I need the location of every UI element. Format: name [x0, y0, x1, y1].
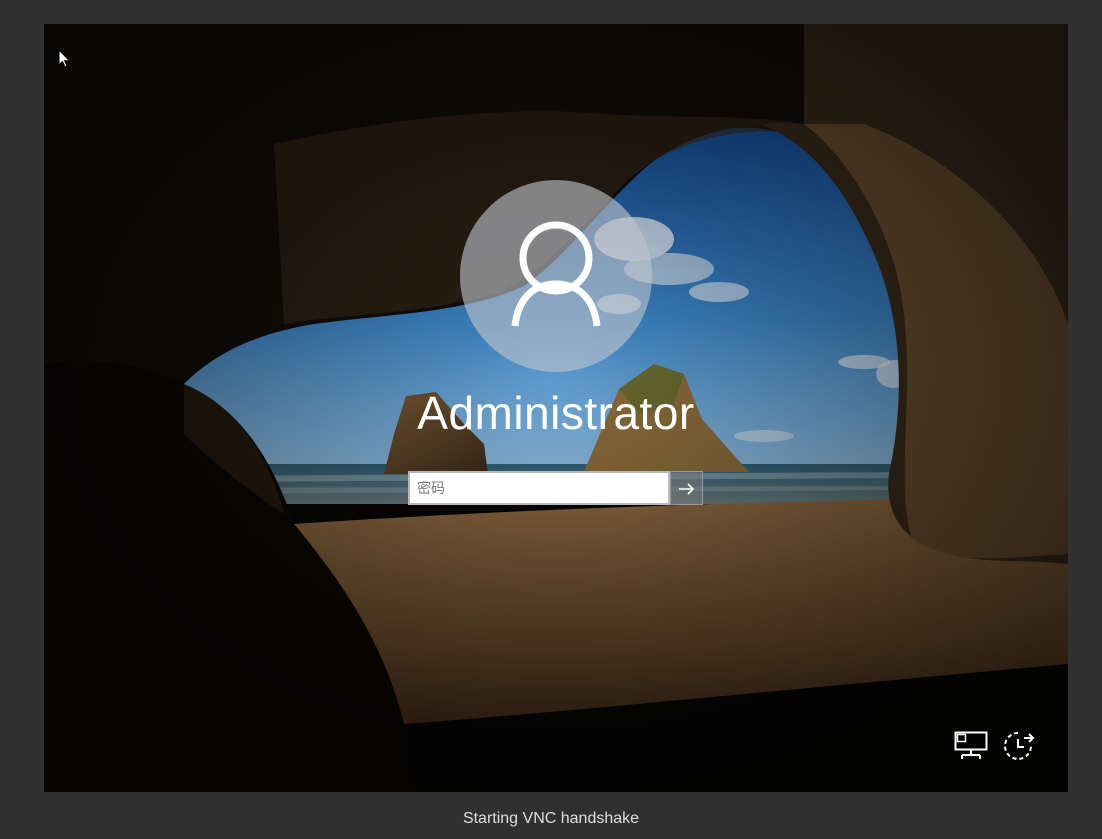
arrow-right-icon [679, 483, 695, 495]
network-button[interactable] [954, 731, 988, 761]
remote-screen[interactable]: Administrator 密码 [44, 24, 1068, 792]
ease-of-access-button[interactable] [1002, 730, 1036, 762]
network-icon [954, 731, 988, 759]
mouse-cursor-icon [58, 49, 71, 68]
username-label: Administrator [417, 387, 695, 439]
password-input[interactable]: 密码 [408, 471, 670, 505]
password-placeholder: 密码 [417, 481, 445, 497]
user-silhouette-icon [511, 221, 601, 327]
user-avatar [460, 180, 652, 372]
vnc-status-text: Starting VNC handshake [462, 810, 640, 827]
submit-button[interactable] [670, 471, 703, 505]
ease-of-access-icon [1004, 732, 1035, 760]
